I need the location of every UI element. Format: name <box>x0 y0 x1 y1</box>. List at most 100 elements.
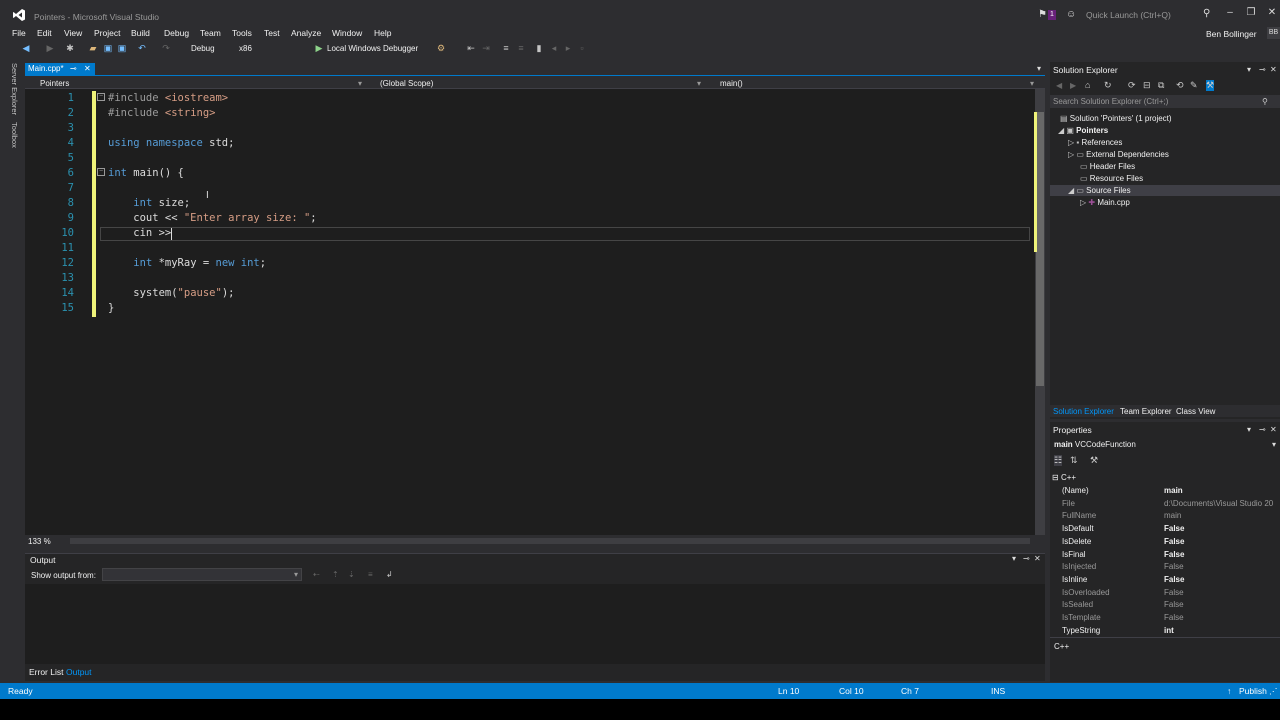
property-name[interactable]: IsDelete <box>1062 537 1091 546</box>
chevron-down-icon[interactable]: ▾ <box>697 79 701 88</box>
save-icon[interactable]: ▣ <box>102 43 114 54</box>
menu-project[interactable]: Project <box>94 28 120 38</box>
property-name[interactable]: IsDefault <box>1062 524 1094 533</box>
property-name[interactable]: IsOverloaded <box>1062 588 1110 597</box>
step-icon[interactable]: ⇤ <box>465 43 477 54</box>
menu-tools[interactable]: Tools <box>232 28 252 38</box>
home-icon[interactable]: ⌂ <box>1085 80 1090 90</box>
toolbox-tab[interactable]: Toolbox <box>10 122 19 148</box>
undo-icon[interactable]: ↶ <box>136 43 148 54</box>
chevron-down-icon[interactable]: ▾ <box>294 570 298 579</box>
close-icon[interactable]: ✕ <box>1034 554 1041 563</box>
code-line[interactable]: #include <string> <box>108 107 215 119</box>
clear-all-icon[interactable]: ≡ <box>368 570 373 579</box>
panel-menu-chevron-down-icon[interactable]: ▾ <box>1247 425 1251 434</box>
pin-icon[interactable]: ⊸ <box>1023 554 1030 563</box>
close-icon[interactable]: ✕ <box>84 63 91 75</box>
property-value[interactable]: main <box>1164 486 1183 495</box>
show-all-files-icon[interactable]: ⧉ <box>1158 80 1164 91</box>
property-name[interactable]: IsFinal <box>1062 550 1086 559</box>
comment-icon[interactable]: ≡ <box>500 43 512 54</box>
tab-class-view[interactable]: Class View <box>1176 407 1215 416</box>
notification-badge[interactable]: 1 <box>1048 10 1056 20</box>
main-cpp-node[interactable]: ▷ ✚ Main.cpp <box>1080 198 1130 207</box>
pin-icon[interactable]: ⊸ <box>1259 65 1266 74</box>
property-value[interactable]: main <box>1164 511 1181 520</box>
output-text-area[interactable] <box>25 584 1045 664</box>
zoom-level[interactable]: 133 % <box>28 537 51 546</box>
publish-button[interactable]: Publish <box>1239 686 1267 696</box>
property-value[interactable]: False <box>1164 575 1184 584</box>
close-icon[interactable]: ✕ <box>1270 425 1277 434</box>
code-line[interactable]: cout << "Enter array size: "; <box>108 212 316 224</box>
categorized-icon[interactable]: ☷ <box>1054 455 1063 466</box>
property-pages-wrench-icon[interactable]: ⚒ <box>1090 455 1098 466</box>
view-code-icon[interactable]: ✎ <box>1190 80 1198 91</box>
references-node[interactable]: ▷ ▪ References <box>1068 138 1122 147</box>
property-name[interactable]: IsInline <box>1062 575 1087 584</box>
platform-select[interactable]: x86 <box>236 42 306 55</box>
menu-window[interactable]: Window <box>332 28 362 38</box>
tab-output[interactable]: Output <box>66 667 92 677</box>
minimize-button[interactable]: – <box>1222 7 1238 21</box>
indent-icon[interactable]: ⇥ <box>480 43 492 54</box>
tab-list-chevron-down-icon[interactable]: ▾ <box>1037 64 1041 73</box>
maximize-button[interactable]: ❐ <box>1243 7 1259 21</box>
pin-icon[interactable]: ⊸ <box>1259 425 1266 434</box>
server-explorer-tab[interactable]: Server Explorer <box>10 63 19 115</box>
property-name[interactable]: (Name) <box>1062 486 1089 495</box>
browser-link-icon[interactable]: ⚙ <box>435 43 447 54</box>
chevron-down-icon[interactable]: ▾ <box>1030 79 1034 88</box>
collapse-icon[interactable]: − <box>97 168 105 176</box>
prev-message-icon[interactable]: ⇡ <box>332 570 339 579</box>
properties-wrench-icon[interactable]: ⚒ <box>1206 80 1215 91</box>
panel-menu-chevron-down-icon[interactable]: ▾ <box>1012 554 1016 563</box>
property-value[interactable]: False <box>1164 550 1184 559</box>
alphabetical-icon[interactable]: ⇅ <box>1070 455 1078 466</box>
solution-node[interactable]: ▤ Solution 'Pointers' (1 project) <box>1060 114 1172 123</box>
tab-error-list[interactable]: Error List <box>29 667 63 677</box>
pin-icon[interactable]: ⊸ <box>70 63 77 75</box>
publish-arrow-icon[interactable]: ↑ <box>1227 686 1231 696</box>
prev-bookmark-icon[interactable]: ◂ <box>548 43 560 54</box>
clear-bookmarks-icon[interactable]: ▫ <box>576 43 588 54</box>
close-window-button[interactable]: ✕ <box>1264 7 1280 21</box>
property-value[interactable]: False <box>1164 537 1184 546</box>
code-editor[interactable] <box>25 89 1035 535</box>
uncomment-icon[interactable]: ≡ <box>515 43 527 54</box>
redo-icon[interactable]: ↷ <box>160 43 172 54</box>
property-category[interactable]: ⊟ C++ <box>1052 473 1076 482</box>
menu-analyze[interactable]: Analyze <box>291 28 321 38</box>
tab-solution-explorer[interactable]: Solution Explorer <box>1053 407 1114 416</box>
external-deps-node[interactable]: ▷ ▭ External Dependencies <box>1068 150 1169 159</box>
open-folder-icon[interactable]: ▰ <box>87 43 99 54</box>
property-name[interactable]: FullName <box>1062 511 1096 520</box>
resource-files-node[interactable]: ▭ Resource Files <box>1080 174 1143 183</box>
chevron-down-icon[interactable]: ▾ <box>358 79 362 88</box>
property-value[interactable]: False <box>1164 613 1184 622</box>
collapse-icon[interactable]: ⊟ <box>1052 473 1061 482</box>
output-source-select[interactable] <box>102 568 302 581</box>
horizontal-scrollbar[interactable] <box>70 538 1030 544</box>
menu-view[interactable]: View <box>64 28 82 38</box>
next-message-icon[interactable]: ⇣ <box>348 570 355 579</box>
property-value[interactable]: int <box>1164 626 1174 635</box>
property-value[interactable]: False <box>1164 562 1184 571</box>
property-value[interactable]: False <box>1164 600 1184 609</box>
code-line[interactable]: #include <iostream> <box>108 92 228 104</box>
bookmark-icon[interactable]: ▮ <box>533 43 545 54</box>
search-icon[interactable]: ⚲ <box>1262 97 1268 106</box>
pending-changes-icon[interactable]: ⟳ <box>1128 80 1136 91</box>
solution-search-input[interactable]: Search Solution Explorer (Ctrl+;) <box>1050 95 1280 108</box>
save-all-icon[interactable]: ▣ <box>116 43 128 54</box>
code-line[interactable]: system("pause"); <box>108 287 234 299</box>
new-project-icon[interactable]: ✱ <box>64 43 76 54</box>
code-line[interactable]: int size; <box>108 197 190 209</box>
forward-icon[interactable]: ▶ <box>1070 81 1076 90</box>
collapse-icon[interactable]: − <box>97 93 105 101</box>
back-icon[interactable]: ◀ <box>20 43 32 54</box>
menu-debug[interactable]: Debug <box>164 28 189 38</box>
properties-object-selector[interactable]: main VCCodeFunction <box>1054 440 1136 449</box>
property-value[interactable]: d:\Documents\Visual Studio 20 <box>1164 499 1273 508</box>
code-line[interactable]: using namespace std; <box>108 137 234 149</box>
